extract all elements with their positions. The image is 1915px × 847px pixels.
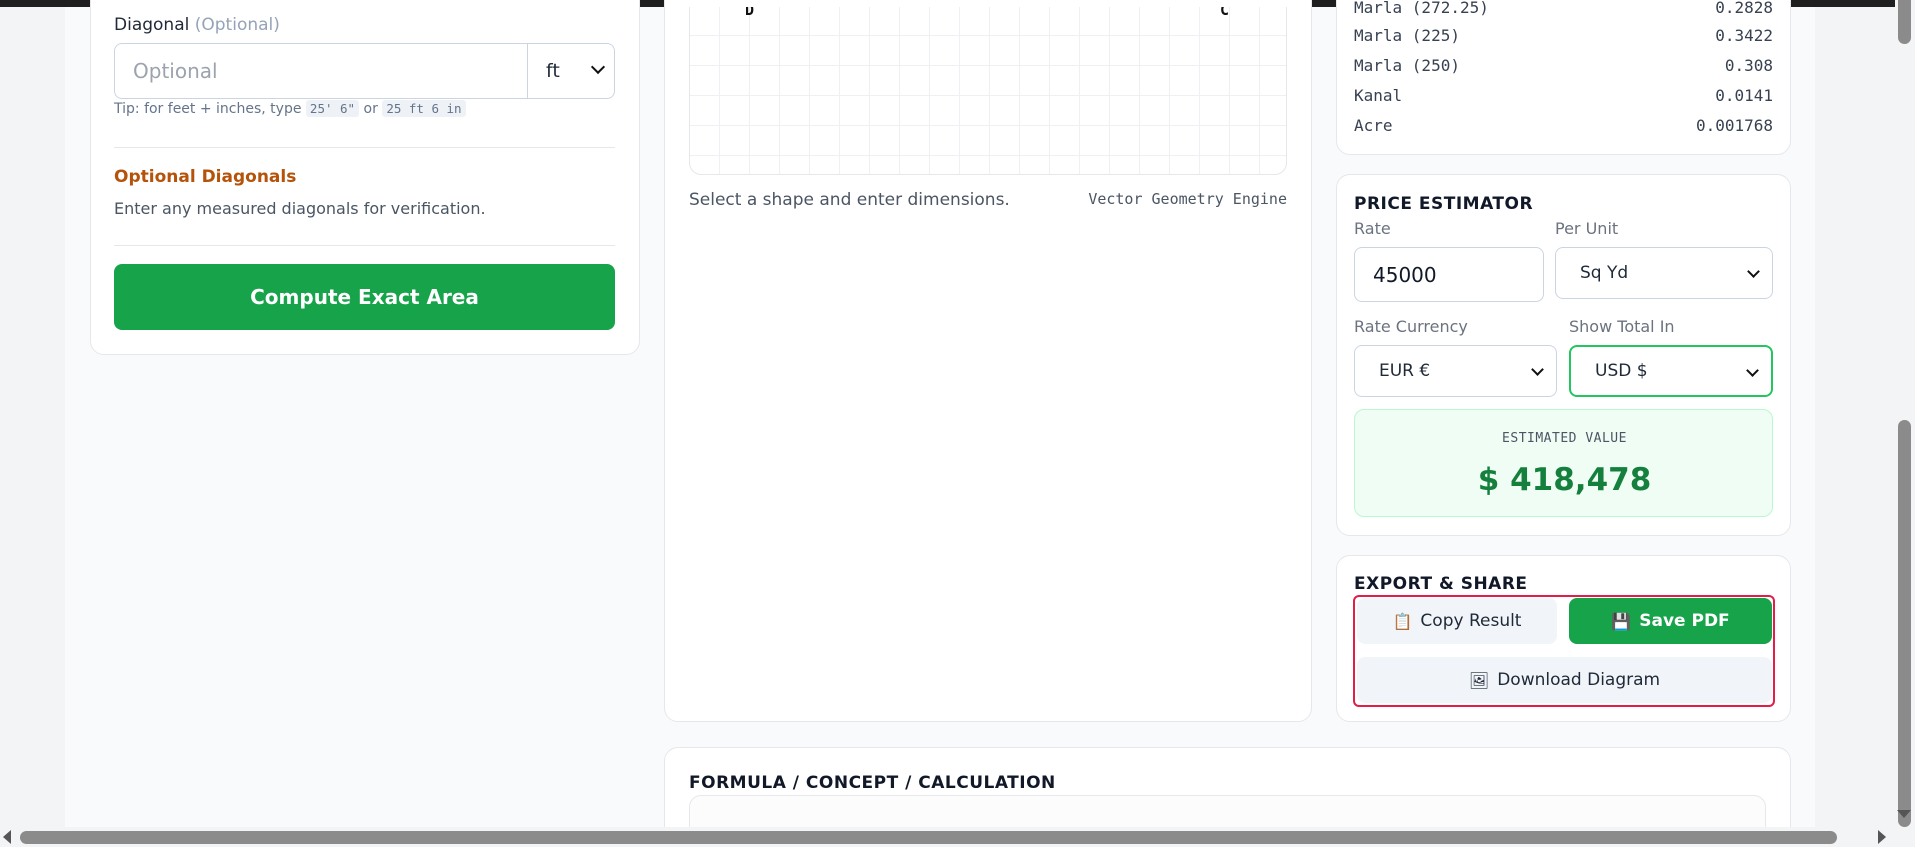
- vertex-label-c: C: [1220, 7, 1230, 19]
- download-diagram-button[interactable]: 🖼 Download Diagram: [1357, 657, 1772, 703]
- per-unit-select[interactable]: Sq Yd: [1555, 247, 1773, 299]
- estimated-value-box: ESTIMATED VALUE $ 418,478: [1354, 409, 1773, 517]
- chevron-down-icon: [1747, 265, 1760, 278]
- optional-tag: (Optional): [194, 15, 280, 35]
- vertical-scrollbar-thumb[interactable]: [1898, 420, 1911, 827]
- rate-currency-label: Rate Currency: [1354, 317, 1468, 336]
- estimated-value: $ 418,478: [1477, 462, 1652, 498]
- rate-input[interactable]: [1354, 247, 1544, 302]
- vertical-scrollbar-thumb-top[interactable]: [1898, 0, 1911, 44]
- input-tip: Tip: for feet + inches, type 25' 6" or 2…: [114, 100, 466, 117]
- divider: [114, 245, 615, 246]
- floppy-disk-icon: 💾: [1611, 611, 1632, 631]
- estimated-value-label: ESTIMATED VALUE: [1502, 431, 1627, 446]
- compute-area-button[interactable]: Compute Exact Area: [114, 264, 615, 330]
- chevron-down-icon: [1531, 363, 1544, 376]
- vertex-label-d: D: [745, 7, 755, 19]
- export-share-title: EXPORT & SHARE: [1354, 574, 1528, 594]
- rate-currency-select[interactable]: EUR €: [1354, 345, 1557, 397]
- chevron-down-icon: [590, 59, 606, 75]
- optional-diagonals-description: Enter any measured diagonals for verific…: [114, 199, 486, 218]
- conversion-row: Kanal 0.0141: [1354, 85, 1773, 105]
- scroll-down-arrow-icon[interactable]: [1897, 810, 1911, 818]
- optional-diagonals-title: Optional Diagonals: [114, 167, 297, 187]
- formula-title: FORMULA / CONCEPT / CALCULATION: [689, 773, 1056, 793]
- scroll-left-arrow-icon[interactable]: [3, 830, 11, 844]
- save-pdf-button[interactable]: 💾 Save PDF: [1569, 598, 1772, 644]
- image-icon: 🖼: [1468, 670, 1490, 690]
- conversion-row: Marla (272.25) 0.2828: [1354, 0, 1773, 17]
- divider: [114, 147, 615, 148]
- tip-example: 25' 6": [305, 100, 360, 117]
- horizontal-scrollbar-thumb[interactable]: [20, 831, 1837, 844]
- conversion-row: Marla (225) 0.3422: [1354, 25, 1773, 45]
- diagonal-unit-select[interactable]: ft: [527, 43, 615, 99]
- diagonal-input[interactable]: [114, 43, 528, 99]
- rate-label: Rate: [1354, 219, 1391, 238]
- chevron-down-icon: [1746, 364, 1759, 377]
- conversion-row: Marla (250) 0.308: [1354, 55, 1773, 75]
- diagonal-label: Diagonal (Optional): [114, 15, 280, 35]
- engine-label: Vector Geometry Engine: [1088, 190, 1287, 208]
- price-estimator-title: PRICE ESTIMATOR: [1354, 194, 1534, 214]
- copy-result-button[interactable]: 📋 Copy Result: [1357, 598, 1557, 644]
- diagram-hint: Select a shape and enter dimensions.: [689, 190, 1010, 210]
- conversion-row: Acre 0.001768: [1354, 115, 1773, 135]
- tip-example: 25 ft 6 in: [382, 100, 466, 117]
- per-unit-label: Per Unit: [1555, 219, 1619, 238]
- show-total-select[interactable]: USD $: [1569, 345, 1773, 397]
- clipboard-icon: 📋: [1392, 611, 1413, 631]
- shape-diagram-canvas: D C: [689, 7, 1287, 175]
- scroll-right-arrow-icon[interactable]: [1878, 830, 1886, 844]
- show-total-label: Show Total In: [1569, 317, 1675, 336]
